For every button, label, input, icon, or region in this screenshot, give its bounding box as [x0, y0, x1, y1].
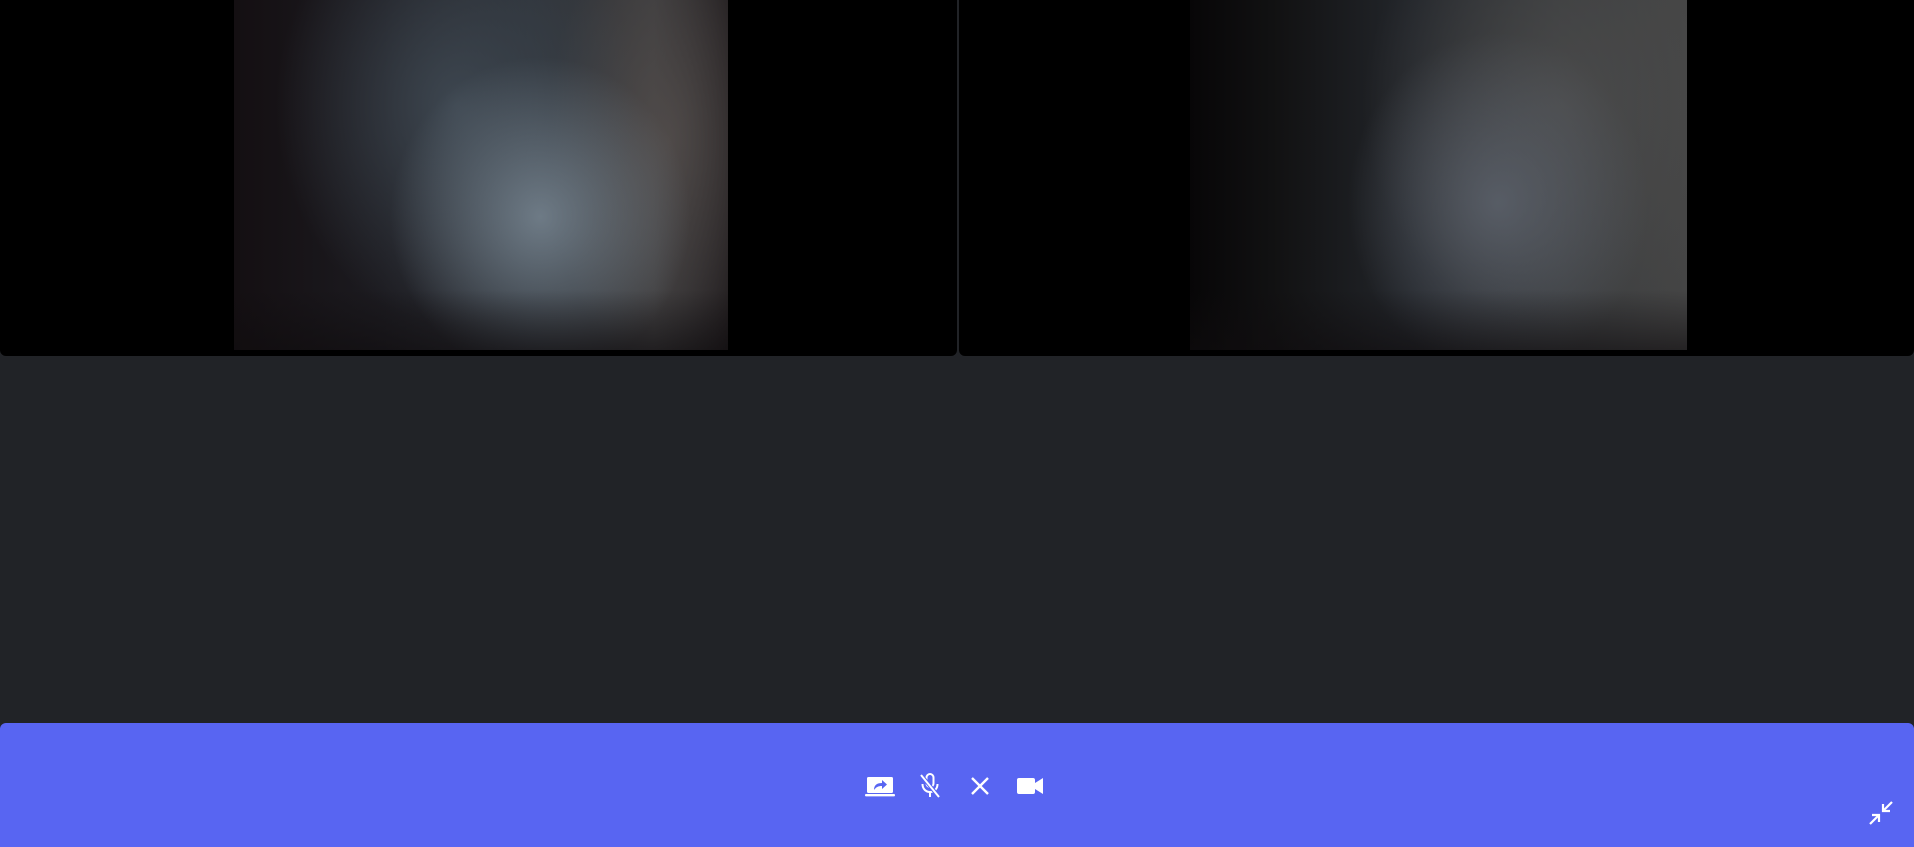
- participant-tile[interactable]: [0, 0, 957, 356]
- video-feed-shadow: [234, 290, 728, 350]
- camera-button[interactable]: [1012, 768, 1048, 804]
- video-feed: [234, 0, 728, 350]
- exit-fullscreen-icon: [1869, 801, 1893, 825]
- close-icon: [971, 777, 989, 795]
- disconnect-button[interactable]: [962, 768, 998, 804]
- video-camera-icon: [1017, 778, 1043, 794]
- call-controls: [862, 768, 1062, 804]
- participant-tile[interactable]: [959, 0, 1914, 356]
- video-grid: [0, 0, 1914, 356]
- video-feed: [1190, 0, 1687, 350]
- call-control-bar: [0, 723, 1914, 847]
- screen-share-icon: [865, 777, 895, 797]
- call-window: [0, 0, 1914, 847]
- exit-fullscreen-button[interactable]: [1866, 798, 1896, 828]
- video-feed-shadow: [1190, 290, 1687, 350]
- mic-muted-icon: [919, 773, 941, 799]
- share-screen-button[interactable]: [862, 768, 898, 804]
- mute-button[interactable]: [912, 768, 948, 804]
